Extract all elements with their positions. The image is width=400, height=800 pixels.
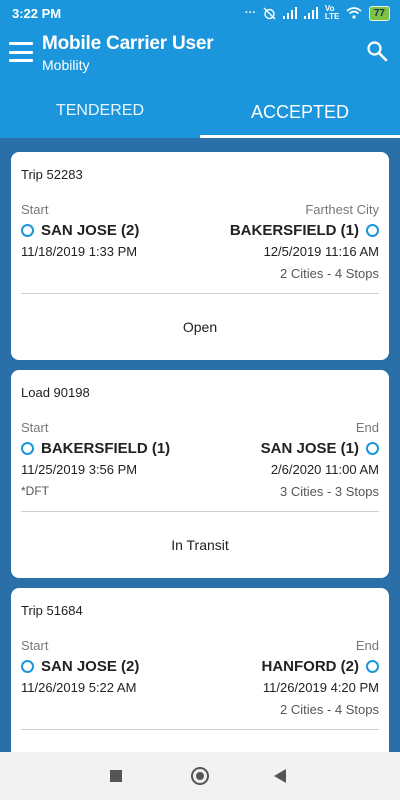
destination-ring-icon	[366, 442, 379, 455]
card-title: Trip 51684	[21, 603, 83, 618]
card-title: Load 90198	[21, 385, 90, 400]
start-date: 11/26/2019 5:22 AM	[21, 680, 137, 695]
hamburger-menu-icon[interactable]	[8, 40, 34, 64]
app-bar: Mobile Carrier User Mobility	[0, 26, 400, 84]
farthest-city-label: Farthest City	[305, 202, 379, 217]
status-bar: 3:22 PM ··· Vo LTE 77	[0, 0, 400, 26]
end-city: HANFORD (2)	[261, 658, 379, 675]
end-city: BAKERSFIELD (1)	[230, 222, 379, 239]
tab-tendered[interactable]: TENDERED	[0, 84, 200, 138]
back-icon[interactable]	[274, 769, 286, 783]
origin-ring-icon	[21, 660, 34, 673]
stops-summary: 2 Cities - 4 Stops	[280, 266, 379, 281]
start-label: Start	[21, 638, 49, 653]
tab-tendered-label: TENDERED	[55, 102, 144, 119]
destination-ring-icon	[366, 660, 379, 673]
stops-summary: 2 Cities - 4 Stops	[280, 702, 379, 717]
card-title: Trip 52283	[21, 167, 83, 182]
start-city: SAN JOSE (2)	[21, 222, 139, 239]
tab-accepted-label: ACCEPTED	[250, 102, 349, 122]
end-label: End	[355, 420, 379, 435]
end-date: 2/6/2020 11:00 AM	[270, 462, 379, 477]
end-date: 12/5/2019 11:16 AM	[263, 244, 379, 259]
alarm-off-icon	[263, 7, 276, 19]
app-title: Mobile Carrier User	[42, 33, 214, 54]
start-city: BAKERSFIELD (1)	[21, 440, 170, 457]
end-city: SAN JOSE (1)	[261, 440, 379, 457]
stops-summary: 3 Cities - 3 Stops	[280, 484, 379, 499]
tab-accepted[interactable]: ACCEPTED	[200, 84, 400, 138]
shipment-card[interactable]: Trip 51684 Start End SAN JOSE (2) HANFOR…	[11, 588, 389, 752]
start-label: Start	[21, 420, 49, 435]
start-city-name: SAN JOSE (2)	[41, 658, 140, 675]
card-note: *DFT	[21, 484, 49, 498]
battery-icon: 77	[368, 5, 390, 21]
shipment-card[interactable]: Trip 52283 Start Farthest City SAN JOSE …	[11, 152, 389, 360]
shipment-card[interactable]: Load 90198 Start End BAKERSFIELD (1) SAN…	[11, 370, 389, 578]
start-date: 11/18/2019 1:33 PM	[21, 244, 138, 259]
system-nav-bar	[0, 752, 400, 800]
app-subtitle: Mobility	[42, 57, 90, 73]
status-button[interactable]	[11, 730, 389, 752]
end-city-name: BAKERSFIELD (1)	[229, 222, 359, 239]
origin-ring-icon	[21, 224, 34, 237]
destination-ring-icon	[366, 224, 379, 237]
wifi-icon	[346, 7, 362, 19]
origin-ring-icon	[21, 442, 34, 455]
status-button[interactable]: In Transit	[11, 512, 389, 578]
end-city-name: HANFORD (2)	[261, 658, 360, 675]
volte-indicator: Vo LTE	[324, 4, 340, 21]
home-icon[interactable]	[191, 767, 209, 785]
status-icons: ··· Vo LTE 77	[245, 5, 390, 21]
start-city: SAN JOSE (2)	[21, 658, 139, 675]
status-time: 3:22 PM	[12, 6, 62, 21]
end-label: End	[355, 638, 379, 653]
status-button[interactable]: Open	[11, 294, 389, 360]
more-dots-icon: ···	[244, 7, 256, 19]
signal-icon-2	[303, 7, 318, 19]
signal-icon	[282, 7, 297, 19]
start-city-name: BAKERSFIELD (1)	[41, 440, 171, 457]
search-icon[interactable]	[366, 40, 388, 62]
start-date: 11/25/2019 3:56 PM	[21, 462, 138, 477]
start-label: Start	[21, 202, 49, 217]
end-city-name: SAN JOSE (1)	[260, 440, 359, 457]
shipment-list[interactable]: Trip 52283 Start Farthest City SAN JOSE …	[0, 138, 400, 752]
end-date: 11/26/2019 4:20 PM	[262, 680, 379, 695]
tab-bar: TENDERED ACCEPTED	[0, 84, 400, 138]
recent-apps-icon[interactable]	[110, 770, 122, 782]
start-city-name: SAN JOSE (2)	[41, 222, 140, 239]
